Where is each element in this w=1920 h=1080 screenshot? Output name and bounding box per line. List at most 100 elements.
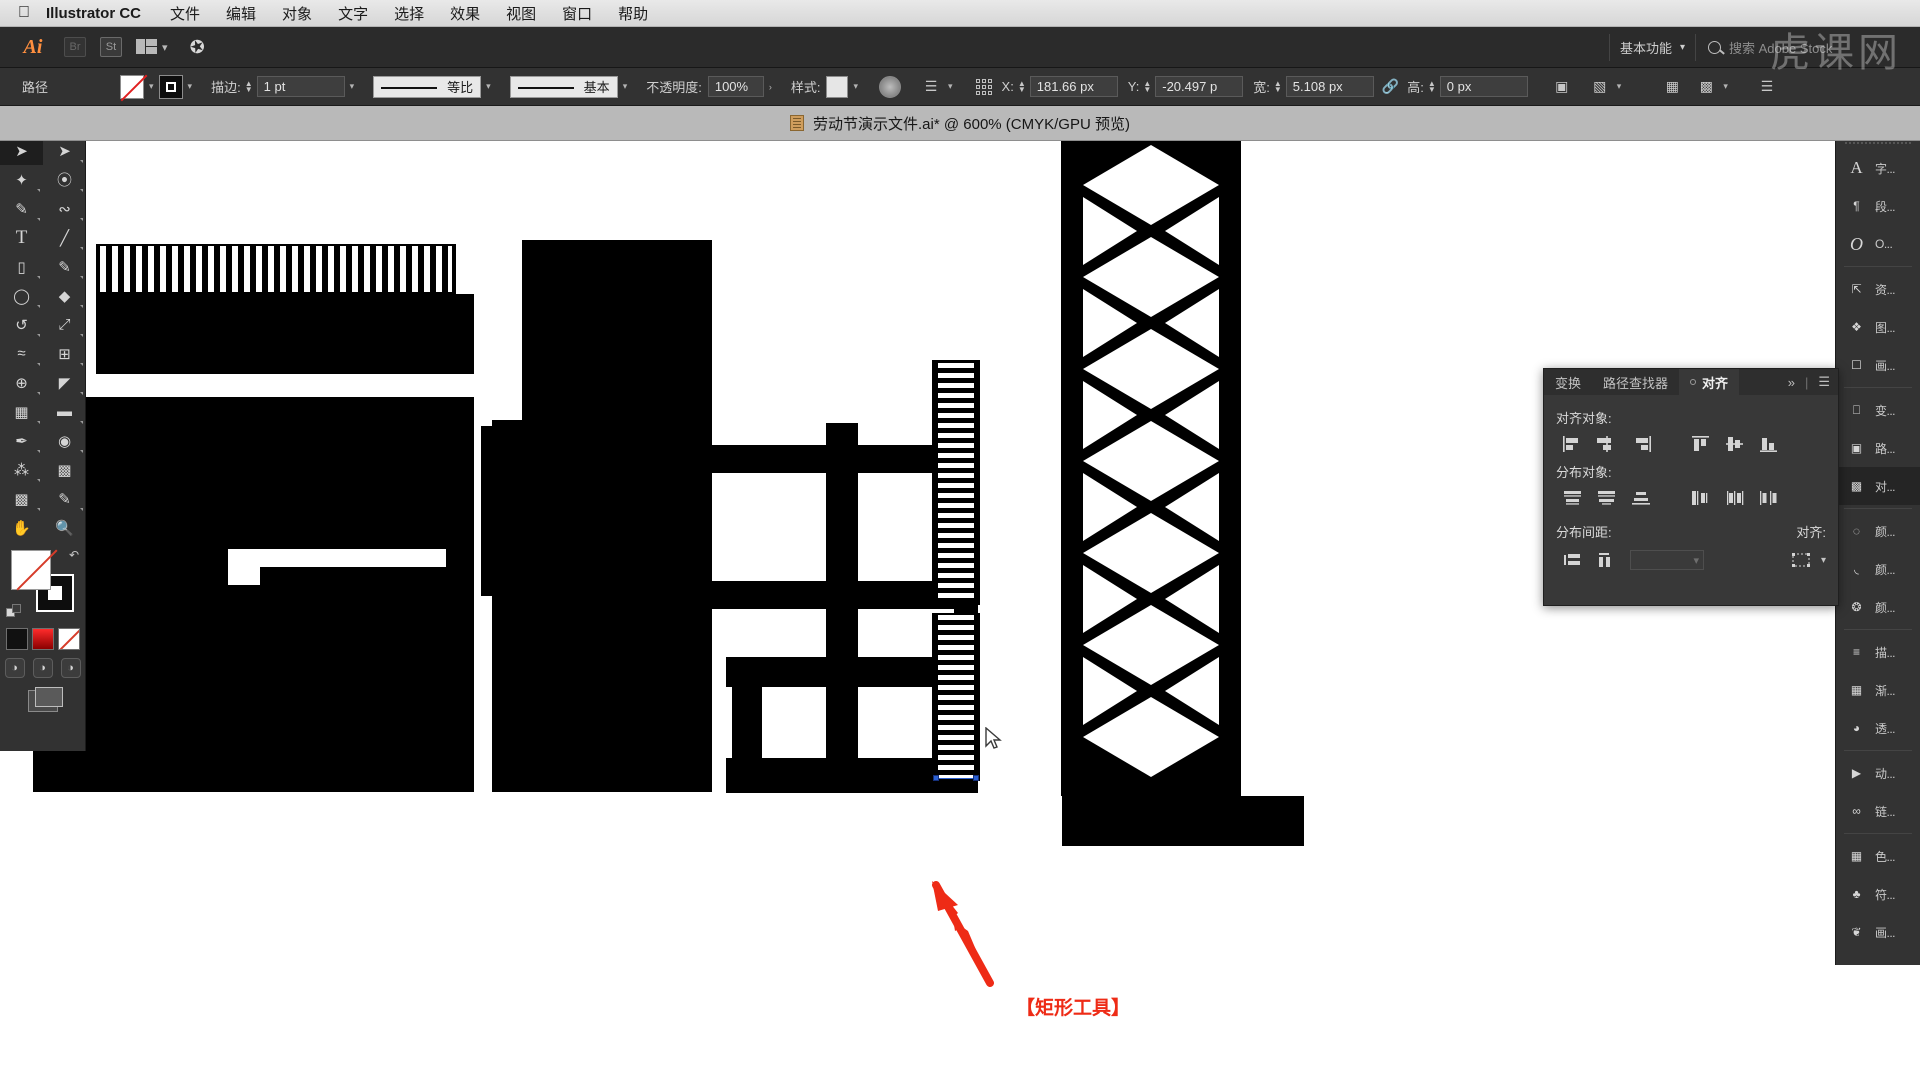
tool-gradient[interactable]: ▬ xyxy=(43,397,86,426)
tool-shaper[interactable]: ◯ xyxy=(0,281,43,310)
panel-asset-export[interactable]: ⇱ 资... xyxy=(1836,270,1920,308)
tab-pathfinder[interactable]: 路径查找器 xyxy=(1592,369,1679,395)
tool-zoom[interactable]: 🔍 xyxy=(43,513,86,542)
select-similar-icon[interactable]: ▧ xyxy=(1588,75,1612,99)
chevron-down-icon[interactable]: ▾ xyxy=(162,41,168,54)
align-to-dropdown-icon[interactable]: ▾ xyxy=(1821,555,1826,566)
change-screen-mode-icon[interactable] xyxy=(27,687,63,712)
artboard-canvas[interactable]: 【矩形工具】 xyxy=(0,141,1920,1080)
width-stepper[interactable]: ▲ ▼ xyxy=(1270,79,1286,93)
distribute-vertical-bottom-icon[interactable] xyxy=(1624,485,1658,511)
align-top-icon[interactable] xyxy=(1684,431,1718,457)
panel-opentype[interactable]: O O... xyxy=(1836,225,1920,263)
tool-paintbrush[interactable]: ✎ xyxy=(43,252,86,281)
tool-eraser[interactable]: ◆ xyxy=(43,281,86,310)
tool-hand[interactable]: ✋ xyxy=(0,513,43,542)
brush-definition-dropdown-icon[interactable]: ▾ xyxy=(618,81,633,92)
menu-file[interactable]: 文件 xyxy=(157,3,213,24)
tool-free-transform[interactable]: ⊞ xyxy=(43,339,86,368)
bridge-icon[interactable]: Br xyxy=(64,37,86,57)
panel-color[interactable]: ◌ 颜... xyxy=(1836,512,1920,550)
width-field[interactable]: 5.108 px xyxy=(1285,76,1374,97)
color-swatch-black[interactable] xyxy=(5,628,28,650)
draw-inside-icon[interactable]: ◑ xyxy=(60,658,81,678)
fill-swatch-tool[interactable] xyxy=(11,550,51,590)
tool-artboard[interactable]: ▩ xyxy=(0,484,43,513)
isolate-selected-icon[interactable]: ▣ xyxy=(1550,75,1574,99)
panel-pathfinder[interactable]: ▣ 路... xyxy=(1836,429,1920,467)
tool-magic-wand[interactable]: ✦ xyxy=(0,165,43,194)
transform-icon[interactable]: ☰ xyxy=(919,75,943,99)
panel-color-guide[interactable]: ◟ 颜... xyxy=(1836,550,1920,588)
dock-grip[interactable] xyxy=(1845,142,1911,149)
distribute-horizontal-center-icon[interactable] xyxy=(1718,485,1752,511)
tool-rotate[interactable]: ↺ xyxy=(0,310,43,339)
tool-pen[interactable]: ✎ xyxy=(0,194,43,223)
stroke-swatch[interactable] xyxy=(158,74,183,99)
tool-symbol-sprayer[interactable]: ⁂ xyxy=(0,455,43,484)
panel-brushes[interactable]: ❦ 画... xyxy=(1836,913,1920,951)
panel-stroke[interactable]: ≡ 描... xyxy=(1836,633,1920,671)
reference-point-icon[interactable] xyxy=(975,78,992,95)
align-right-icon[interactable] xyxy=(1624,431,1658,457)
align-horizontal-center-icon[interactable] xyxy=(1590,431,1624,457)
expand-panel-icon[interactable]: » xyxy=(1788,375,1795,390)
draw-normal-icon[interactable]: ◑ xyxy=(4,658,25,678)
align-bottom-icon[interactable] xyxy=(1752,431,1786,457)
document-tab[interactable]: 劳动节演示文件.ai* @ 600% (CMYK/GPU 预览) xyxy=(790,113,1130,134)
panel-artboards[interactable]: ☐ 画... xyxy=(1836,346,1920,384)
opacity-options-icon[interactable]: › xyxy=(764,82,777,92)
panel-links[interactable]: ∞ 链... xyxy=(1836,792,1920,830)
height-field[interactable]: 0 px xyxy=(1439,76,1528,97)
graphic-style-swatch[interactable] xyxy=(826,75,849,98)
brush-definition-select[interactable]: 基本 xyxy=(509,75,618,98)
menu-edit[interactable]: 编辑 xyxy=(213,3,269,24)
transform-dropdown-icon[interactable]: ▾ xyxy=(943,81,958,92)
align-grid-icon[interactable]: ▦ xyxy=(1660,75,1684,99)
apple-icon[interactable]:  xyxy=(0,5,46,21)
select-similar-dropdown-icon[interactable]: ▾ xyxy=(1612,81,1627,92)
panel-layers[interactable]: ❖ 图... xyxy=(1836,308,1920,346)
align-icon[interactable]: ▩ xyxy=(1694,75,1718,99)
tool-line-segment[interactable]: ╱ xyxy=(43,223,86,252)
panel-align[interactable]: ▩ 对... xyxy=(1836,467,1920,505)
menu-view[interactable]: 视图 xyxy=(493,3,549,24)
tool-width[interactable]: ≈ xyxy=(0,339,43,368)
constrain-proportions-icon[interactable]: 🔗 xyxy=(1382,78,1399,95)
stroke-weight-field[interactable]: 1 pt xyxy=(256,76,345,97)
menu-help[interactable]: 帮助 xyxy=(605,3,661,24)
tool-perspective-grid[interactable]: ◤ xyxy=(43,368,86,397)
tool-scale[interactable]: ⤢ xyxy=(43,310,86,339)
panel-paragraph[interactable]: ¶ 段... xyxy=(1836,187,1920,225)
x-field[interactable]: 181.66 px xyxy=(1029,76,1118,97)
distribute-horizontal-left-icon[interactable] xyxy=(1684,485,1718,511)
y-field[interactable]: -20.497 p xyxy=(1155,76,1244,97)
x-stepper[interactable]: ▲ ▼ xyxy=(1014,79,1030,93)
stroke-dropdown-icon[interactable]: ▾ xyxy=(183,81,198,92)
stroke-weight-dropdown-icon[interactable]: ▾ xyxy=(345,81,360,92)
panel-menu-icon[interactable]: ☰ xyxy=(1818,374,1830,390)
align-to-selection-icon[interactable] xyxy=(1784,547,1818,573)
none-swatch[interactable] xyxy=(57,628,80,650)
tool-blend[interactable]: ◉ xyxy=(43,426,86,455)
tool-column-graph[interactable]: ▩ xyxy=(43,455,86,484)
panel-character[interactable]: A 字... xyxy=(1836,149,1920,187)
menu-type[interactable]: 文字 xyxy=(325,3,381,24)
menu-object[interactable]: 对象 xyxy=(269,3,325,24)
rocket-icon[interactable]: ✪ xyxy=(186,35,207,60)
tool-type[interactable]: T xyxy=(0,223,43,252)
menu-window[interactable]: 窗口 xyxy=(549,3,605,24)
panel-symbols[interactable]: ♣ 符... xyxy=(1836,875,1920,913)
swap-fill-stroke-icon[interactable]: ↶ xyxy=(69,548,79,562)
style-dropdown-icon[interactable]: ▾ xyxy=(848,81,863,92)
panel-actions[interactable]: ▶ 动... xyxy=(1836,754,1920,792)
menu-select[interactable]: 选择 xyxy=(381,3,437,24)
spacing-value-field[interactable]: ▾ xyxy=(1630,550,1704,570)
tool-lasso[interactable]: ⦿ xyxy=(43,165,86,194)
search-adobe-stock[interactable]: 搜索 Adobe Stock xyxy=(1695,33,1910,61)
align-left-icon[interactable] xyxy=(1556,431,1590,457)
opacity-field[interactable]: 100% xyxy=(707,76,764,97)
align-dropdown-icon[interactable]: ▾ xyxy=(1718,81,1733,92)
stroke-profile-dropdown-icon[interactable]: ▾ xyxy=(481,81,496,92)
stroke-profile-select[interactable]: 等比 xyxy=(373,75,482,98)
